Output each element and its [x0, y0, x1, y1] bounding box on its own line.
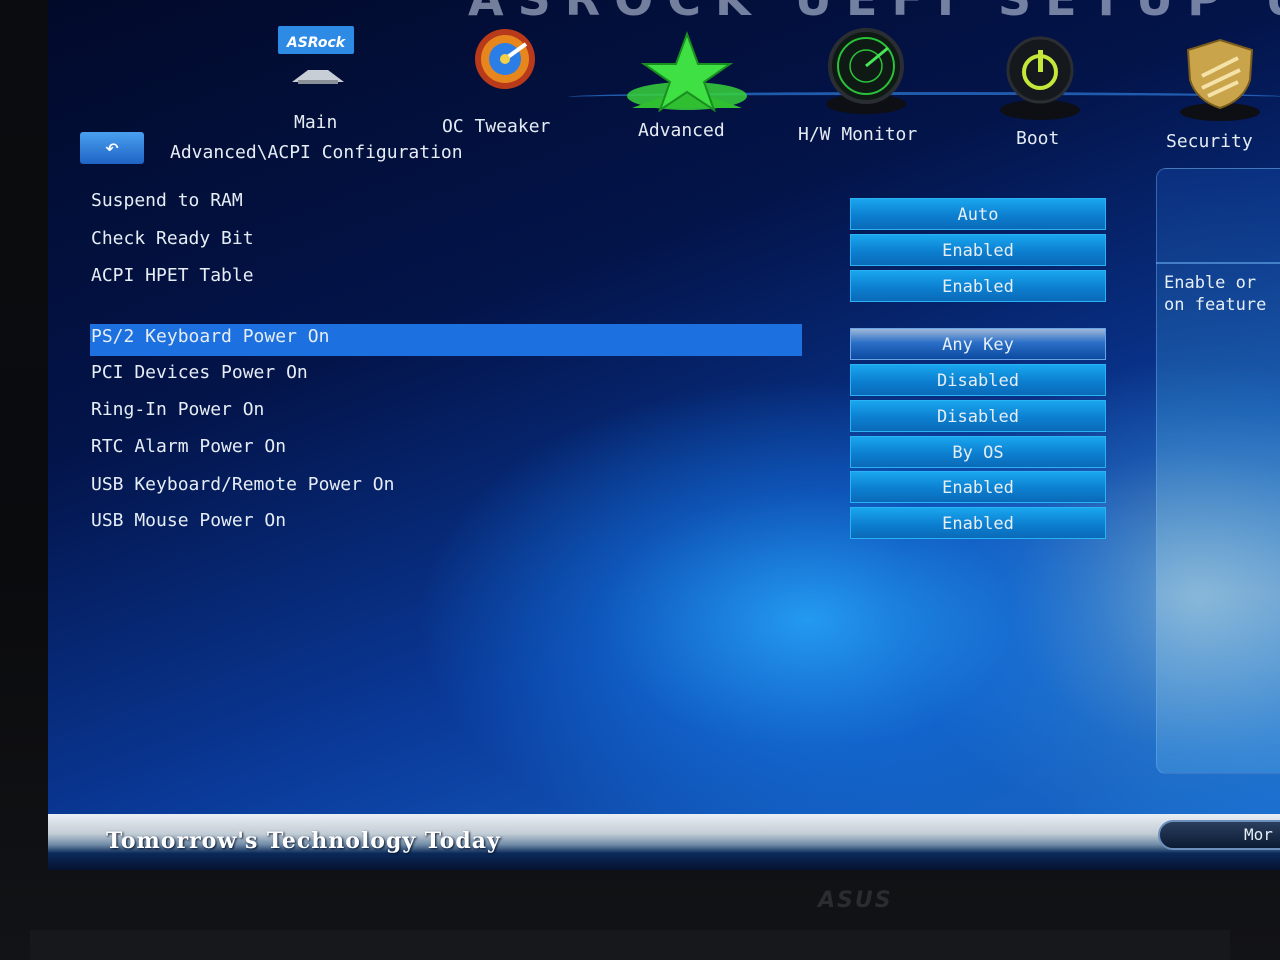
utility-title: ASROCK UEFI SETUP UTILITY	[468, 0, 1280, 26]
more-button-label: Mor	[1244, 825, 1273, 844]
monitor-stand	[30, 930, 1230, 960]
option-label-check-ready-bit[interactable]: Check Ready Bit	[91, 228, 254, 249]
option-label-rtc-alarm-power-on[interactable]: RTC Alarm Power On	[91, 436, 286, 457]
back-arrow-icon: ↶	[104, 133, 120, 161]
option-value-check-ready-bit[interactable]: Enabled	[850, 234, 1106, 266]
option-value-ps2-keyboard-power-on[interactable]: Any Key	[850, 328, 1106, 360]
nav-label-boot: Boot	[1016, 128, 1060, 149]
bios-screen: ASROCK UEFI SETUP UTILITY ASRock Main OC…	[48, 0, 1280, 870]
option-label-ps2-keyboard-power-on[interactable]: PS/2 Keyboard Power On	[91, 326, 329, 347]
option-label-ring-in-power-on[interactable]: Ring-In Power On	[91, 399, 264, 420]
monitor-brand: ASUS	[818, 888, 893, 913]
help-divider	[1156, 262, 1280, 264]
radar-icon	[818, 28, 914, 116]
nav-label-oc-tweaker: OC Tweaker	[442, 116, 551, 137]
option-label-acpi-hpet-table[interactable]: ACPI HPET Table	[91, 265, 254, 286]
option-value-rtc-alarm-power-on[interactable]: By OS	[850, 436, 1106, 468]
option-value-ring-in-power-on[interactable]: Disabled	[850, 400, 1106, 432]
option-label-usb-mouse-power-on[interactable]: USB Mouse Power On	[91, 510, 286, 531]
nav-label-advanced: Advanced	[638, 120, 725, 141]
option-value-pci-devices-power-on[interactable]: Disabled	[850, 364, 1106, 396]
help-text: Enable or on feature	[1164, 273, 1267, 315]
option-value-suspend-to-ram[interactable]: Auto	[850, 198, 1106, 230]
option-label-pci-devices-power-on[interactable]: PCI Devices Power On	[91, 362, 308, 383]
nav-label-hw-monitor: H/W Monitor	[798, 124, 918, 145]
more-button[interactable]: Mor	[1158, 820, 1280, 850]
asrock-logo-icon: ASRock	[278, 24, 356, 88]
oc-tweaker-gauge-icon	[460, 24, 550, 94]
option-value-usb-mouse-power-on[interactable]: Enabled	[850, 507, 1106, 539]
star-icon	[622, 30, 752, 113]
svg-text:ASRock: ASRock	[286, 35, 347, 51]
help-panel	[1156, 168, 1280, 774]
shield-icon	[1172, 36, 1268, 122]
back-button[interactable]: ↶	[80, 132, 144, 164]
breadcrumb: Advanced\ACPI Configuration	[170, 142, 463, 163]
nav-label-security: Security	[1166, 131, 1253, 152]
power-icon	[992, 34, 1088, 122]
nav-label-main: Main	[294, 112, 338, 133]
option-value-usb-keyboard-remote-power-on[interactable]: Enabled	[850, 471, 1106, 503]
footer-tagline: Tomorrow's Technology Today	[106, 828, 501, 854]
option-value-acpi-hpet-table[interactable]: Enabled	[850, 270, 1106, 302]
option-label-usb-keyboard-remote-power-on[interactable]: USB Keyboard/Remote Power On	[91, 474, 394, 495]
option-label-suspend-to-ram[interactable]: Suspend to RAM	[91, 190, 243, 211]
